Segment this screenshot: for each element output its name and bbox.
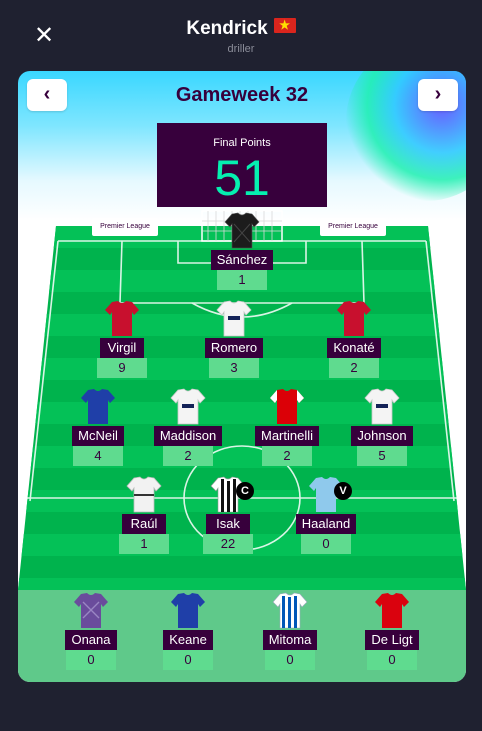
player-name: Martinelli [254,426,319,446]
bench-player-card[interactable]: De Ligt 0 [354,592,430,670]
gameweek-title: Gameweek 32 [175,84,309,106]
vietnam-flag-icon [273,16,296,34]
final-points-box: Final Points 51 [157,123,327,207]
bench-player-card[interactable]: Onana 0 [53,592,129,670]
player-points: 0 [265,650,315,670]
player-name: Virgil [100,338,144,358]
player-points: 2 [262,446,312,466]
pitch-card: ‹ Gameweek 32 › Final Points 51 Premier … [18,71,466,682]
player-points: 0 [301,534,351,554]
player-name: Onana [65,630,117,650]
white-kit-icon [364,388,400,425]
player-card-def[interactable]: Virgil 9 [84,300,160,378]
blue-striped-kit-icon [272,592,308,629]
player-name: De Ligt [365,630,419,650]
player-name: McNeil [72,426,124,446]
final-points-value: 51 [214,150,270,206]
player-points: 22 [203,534,253,554]
manager-name: Kendrick [0,16,482,40]
blue-kit-icon [171,593,205,628]
premier-league-board-right: Premier League [320,218,386,236]
player-name: Haaland [295,514,357,534]
bench-player-card[interactable]: Mitoma 0 [252,592,328,670]
player-name: Konaté [327,338,381,358]
player-points: 1 [217,270,267,290]
red-white-kit-icon [270,389,304,424]
player-card-mid[interactable]: Maddison 2 [150,388,226,466]
white-kit-icon [216,300,252,337]
player-card-mid[interactable]: Martinelli 2 [249,388,325,466]
player-name: Raúl [122,514,166,534]
player-name: Romero [204,338,264,358]
player-card-mid[interactable]: Johnson 5 [344,388,420,466]
red-kit-icon [375,593,409,628]
player-card-def[interactable]: Romero 3 [196,300,272,378]
premier-league-board-left: Premier League [92,218,158,236]
player-points: 3 [209,358,259,378]
player-points: 2 [329,358,379,378]
player-name: Johnson [351,426,413,446]
captain-armband: C [236,482,254,500]
goalkeeper-kit-icon [74,593,108,628]
blue-kit-icon [81,389,115,424]
player-card-mid[interactable]: McNeil 4 [60,388,136,466]
red-kit-icon [337,301,371,336]
player-points: 1 [119,534,169,554]
player-points: 0 [66,650,116,670]
next-gameweek-button[interactable]: › [418,79,458,111]
team-name: driller [227,43,255,55]
bench-player-card[interactable]: Keane 0 [150,592,226,670]
manager-name-text: Kendrick [186,18,268,39]
player-name: Maddison [153,426,223,446]
white-black-kit-icon [126,476,162,513]
player-card-fwd[interactable]: C Isak 22 [190,476,266,554]
white-kit-icon [170,388,206,425]
final-points-label: Final Points [213,137,271,149]
player-card-def[interactable]: Konaté 2 [316,300,392,378]
player-name: Sánchez [210,250,274,270]
player-card-gk[interactable]: Sánchez 1 [204,212,280,290]
player-points: 4 [73,446,123,466]
vice-captain-armband: V [334,482,352,500]
player-points: 2 [163,446,213,466]
chevron-right-icon: › [434,83,442,105]
player-points: 9 [97,358,147,378]
player-points: 0 [367,650,417,670]
player-card-fwd[interactable]: V Haaland 0 [288,476,364,554]
player-points: 0 [163,650,213,670]
player-card-fwd[interactable]: Raúl 1 [106,476,182,554]
red-kit-icon [105,301,139,336]
player-name: Keane [163,630,213,650]
player-points: 5 [357,446,407,466]
player-name: Mitoma [262,630,318,650]
player-name: Isak [206,514,250,534]
goalkeeper-kit-icon [224,212,260,249]
